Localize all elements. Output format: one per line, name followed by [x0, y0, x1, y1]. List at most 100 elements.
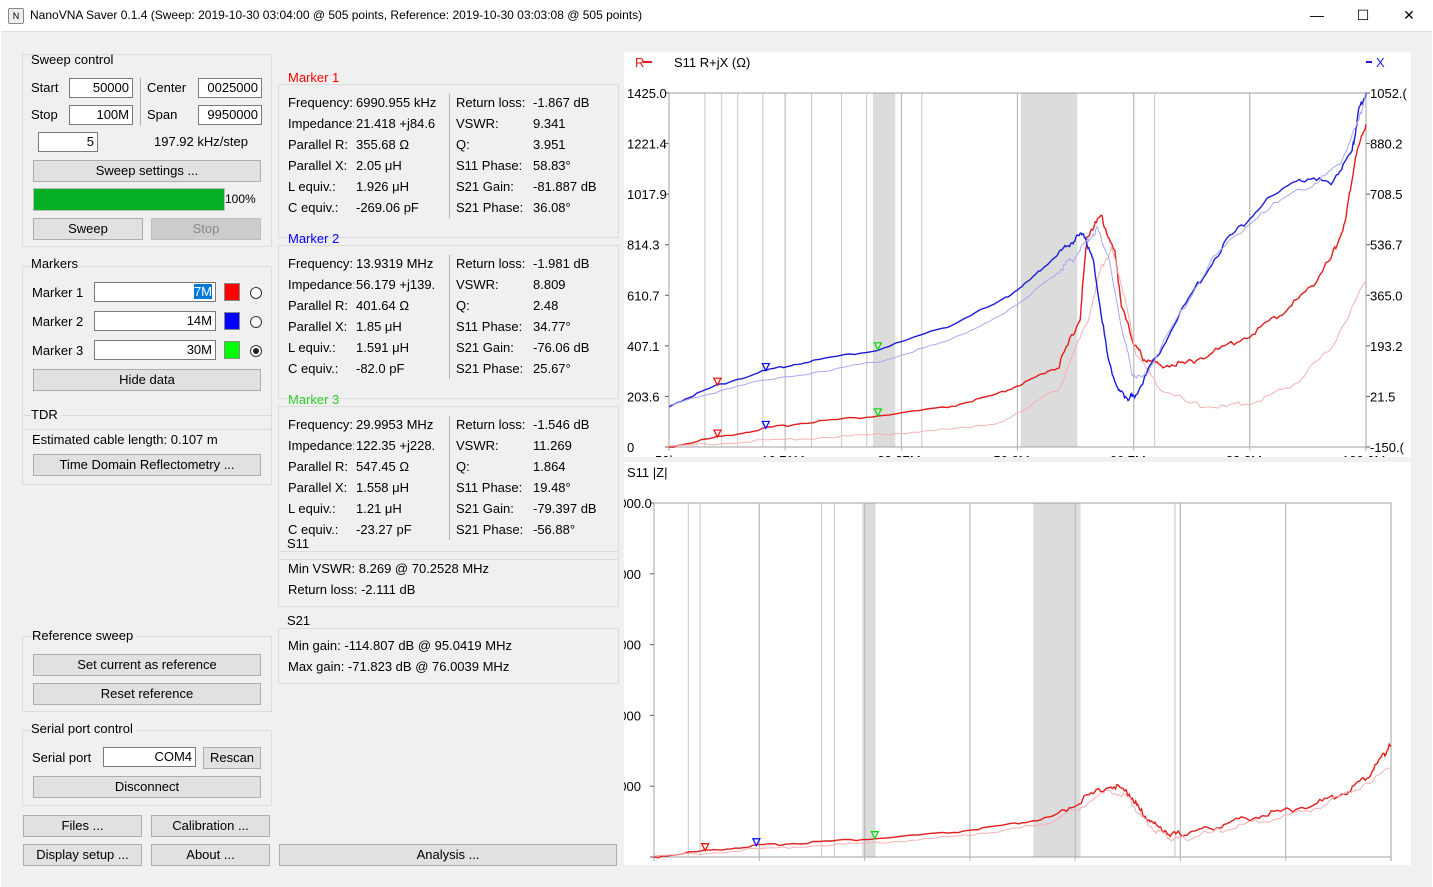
minimize-button[interactable]: —	[1294, 0, 1340, 31]
marker-1-right-value: 58.83°	[533, 158, 571, 173]
s11-rjx-chart[interactable]: R S11 R+jX (Ω) X 1425.0 1221.4 1017.9 814.3…	[624, 52, 1411, 457]
x-tick-label: 85.7M	[1262, 863, 1298, 865]
center-label: Center	[147, 80, 187, 95]
marker-1-right-label: Return loss:	[456, 95, 526, 110]
x-tick-label: 50.0M	[994, 453, 1030, 457]
display-setup-button[interactable]: Display setup ...	[23, 844, 142, 866]
marker-2-frequency-input[interactable]: 14M	[94, 311, 216, 331]
center-input[interactable]: 0025000	[198, 78, 262, 98]
marker-2-right-value: -1.981 dB	[533, 256, 590, 271]
marker-3-left-value: -23.27 pF	[356, 522, 412, 537]
marker-1-radio[interactable]	[250, 287, 262, 299]
marker-3-left-value: 1.21 μH	[356, 501, 402, 516]
stop-label: Stop	[31, 107, 58, 122]
x-tick-label: 100.0M	[1367, 863, 1410, 865]
marker-2-radio[interactable]	[250, 316, 262, 328]
marker-3-color-button[interactable]	[224, 341, 240, 359]
marker-3-left-label: L equiv.:	[288, 501, 336, 516]
marker-1-frequency-input[interactable]: 7M	[94, 282, 216, 302]
marker-1-left-value: 2.05 μH	[356, 158, 402, 173]
marker-1-left-label: Frequency:	[288, 95, 354, 110]
marker-2-left-label: Impedance:	[288, 277, 354, 292]
set-reference-button[interactable]: Set current as reference	[33, 654, 261, 676]
marker-1-value: 7M	[193, 284, 212, 299]
rescan-button[interactable]: Rescan	[203, 747, 261, 769]
stop-button[interactable]: Stop	[151, 218, 261, 240]
reset-reference-button[interactable]: Reset reference	[33, 683, 261, 705]
marker-1-color-button[interactable]	[224, 283, 240, 301]
hide-data-button[interactable]: Hide data	[33, 369, 261, 391]
x-tick-label: 83.3M	[1226, 453, 1262, 457]
marker-3-divider	[449, 416, 450, 540]
marker-2-right-label: S21 Phase:	[456, 361, 524, 376]
title-bar: N NanoVNA Saver 0.1.4 (Sweep: 2019-10-30…	[0, 0, 1433, 31]
y-tick-label: 610.7	[627, 288, 660, 303]
sweep-settings-button[interactable]: Sweep settings ...	[33, 160, 261, 182]
y-tick-label: 0	[627, 440, 634, 455]
marker-2-right-value: 34.77°	[533, 319, 571, 334]
marker-1-left-value: -269.06 pF	[356, 200, 419, 215]
serial-port-label: Serial port	[32, 750, 92, 765]
marker-3-left-value: 1.558 μH	[356, 480, 410, 495]
tdr-button[interactable]: Time Domain Reflectometry ...	[33, 454, 261, 476]
s11-return-loss: Return loss: -2.111 dB	[288, 582, 416, 597]
marker-3-left-label: C equiv.:	[288, 522, 339, 537]
close-button[interactable]: ✕	[1386, 0, 1432, 31]
y-tick-label: 3000	[624, 638, 641, 653]
serial-port-select[interactable]: COM4	[103, 747, 196, 767]
marker-3-right-value: -79.397 dB	[533, 501, 597, 516]
span-input[interactable]: 9950000	[198, 105, 262, 125]
marker-2-left-value: 13.9319 MHz	[356, 256, 434, 271]
files-button[interactable]: Files ...	[23, 815, 142, 837]
marker-1-right-value: -1.867 dB	[533, 95, 590, 110]
marker-3-right-value: 1.864	[533, 459, 566, 474]
y-tick-label: 1000	[624, 779, 641, 794]
start-input[interactable]: 50000	[69, 78, 133, 98]
marker-2-left-label: Parallel X:	[288, 319, 348, 334]
marker-2-color-button[interactable]	[224, 312, 240, 330]
marker-3-data-title: Marker 3	[288, 392, 340, 407]
marker-3-radio[interactable]	[250, 345, 262, 357]
main-window: Sweep control Start 50000 Center 0025000…	[1, 31, 1432, 887]
y-tick-label: 203.6	[627, 389, 660, 404]
about-button[interactable]: About ...	[151, 844, 270, 866]
marker-2-left-label: L equiv.:	[288, 340, 336, 355]
calibration-button[interactable]: Calibration ...	[151, 815, 270, 837]
x-tick-label: 42.89M	[946, 863, 989, 865]
marker-1-left-label: L equiv.:	[288, 179, 336, 194]
marker-3-left-label: Parallel R:	[288, 459, 348, 474]
y-right-tick-label: 708.5	[1370, 187, 1403, 202]
serial-port-title: Serial port control	[31, 721, 136, 736]
marker-3-frequency-input[interactable]: 30M	[94, 340, 216, 360]
disconnect-button[interactable]: Disconnect	[33, 776, 261, 798]
window-title: NanoVNA Saver 0.1.4 (Sweep: 2019-10-30 0…	[30, 8, 643, 22]
stop-input[interactable]: 100M	[69, 105, 133, 125]
y-tick-label: 407.1	[627, 339, 660, 354]
maximize-button[interactable]: ☐	[1340, 0, 1386, 31]
marker-2-right-label: S21 Gain:	[456, 340, 514, 355]
s11-z-chart[interactable]: S11 |Z| 5000.04000300020001000050k14.33M…	[624, 462, 1411, 865]
s11-summary-title: S11	[287, 536, 310, 551]
y-tick-label: 1425.0	[627, 86, 667, 101]
x-tick-label: 100.0M	[1342, 453, 1385, 457]
x-tick-label: 50k	[655, 453, 676, 457]
y-right-tick-label: 21.5	[1370, 389, 1395, 404]
marker-3-right-label: S21 Gain:	[456, 501, 514, 516]
marker-2-left-value: -82.0 pF	[356, 361, 405, 376]
sweep-control-title: Sweep control	[31, 52, 114, 67]
span-label: Span	[147, 107, 178, 122]
marker-2-data-title: Marker 2	[288, 231, 340, 246]
sweep-progress-bar	[33, 188, 225, 211]
marker-1-left-value: 6990.955 kHz	[356, 95, 437, 110]
marker-2-left-label: Frequency:	[288, 256, 354, 271]
s11-summary-group	[278, 551, 619, 607]
s21-max-gain: Max gain: -71.823 dB @ 76.0039 MHz	[288, 659, 510, 674]
marker-3-right-value: 19.48°	[533, 480, 571, 495]
marker-3-left-label: Frequency:	[288, 417, 354, 432]
analysis-button[interactable]: Analysis ...	[279, 844, 617, 866]
segments-input[interactable]: 5	[38, 132, 98, 152]
series-line	[653, 742, 1392, 859]
marker-1-label: Marker 1	[32, 285, 84, 300]
sweep-button[interactable]: Sweep	[33, 218, 143, 240]
marker-3-right-value: -1.546 dB	[533, 417, 590, 432]
